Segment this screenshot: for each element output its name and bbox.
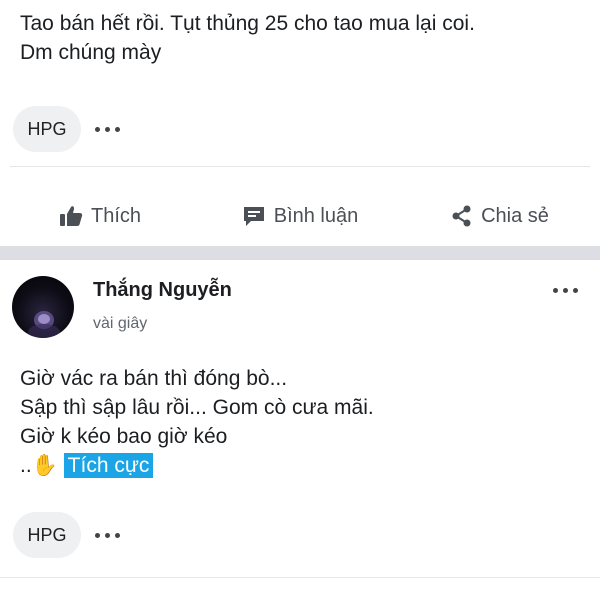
post-options-icon[interactable]: [553, 280, 578, 300]
comment-label: Bình luận: [273, 204, 359, 227]
stock-tag-chip[interactable]: HPG: [13, 512, 81, 558]
post-text-line: Tao bán hết rồi. Tụt thủng 25 cho tao mu…: [20, 12, 475, 35]
avatar[interactable]: [12, 276, 74, 338]
action-bar: Thích Bình luận Chia sẻ: [0, 188, 600, 244]
tag-row: HPG: [13, 106, 120, 152]
post-body: Tao bán hết rồi. Tụt thủng 25 cho tao mu…: [20, 9, 580, 67]
post-text-line-last: ..✋ Tích cực: [20, 451, 580, 480]
divider: [10, 166, 590, 167]
author-name[interactable]: Thắng Nguyễn: [93, 279, 232, 302]
stock-tag-chip[interactable]: HPG: [13, 106, 81, 152]
share-label: Chia sẻ: [481, 204, 549, 227]
more-options-icon[interactable]: [95, 119, 120, 139]
post-timestamp: vài giây: [93, 315, 148, 332]
feed: Tao bán hết rồi. Tụt thủng 25 cho tao mu…: [0, 0, 600, 600]
more-options-icon[interactable]: [95, 525, 120, 545]
ellipsis-prefix: ..: [20, 454, 32, 477]
like-label: Thích: [90, 204, 142, 227]
sentiment-label: Tích cực: [63, 453, 154, 478]
share-icon: [451, 205, 473, 227]
comment-button[interactable]: Bình luận: [200, 205, 400, 228]
share-button[interactable]: Chia sẻ: [400, 205, 600, 228]
tag-row: HPG: [13, 512, 120, 558]
post-text-line: Sập thì sập lâu rồi... Gom cò cưa mãi.: [20, 396, 374, 419]
comment-icon: [242, 205, 266, 227]
thumbs-up-icon: [59, 205, 83, 227]
raised-hand-icon: ✋: [31, 454, 58, 477]
post-separator: [0, 246, 600, 260]
post-text-line: Dm chúng mày: [20, 41, 162, 64]
post-text-line: Giờ vác ra bán thì đóng bò...: [20, 367, 288, 390]
divider: [0, 577, 600, 578]
post-body: Giờ vác ra bán thì đóng bò... Sập thì sậ…: [20, 364, 580, 480]
post-text-line: Giờ k kéo bao giờ kéo: [20, 425, 228, 448]
like-button[interactable]: Thích: [0, 205, 200, 228]
